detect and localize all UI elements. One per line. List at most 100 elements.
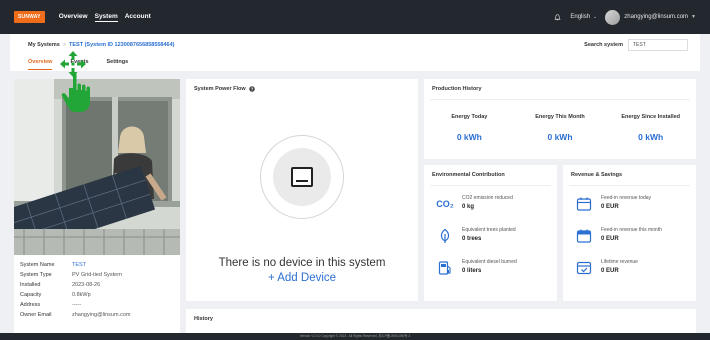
- divider: [430, 185, 551, 186]
- detail-row-capacity: Capacity 0.8kWp: [20, 290, 174, 300]
- detail-value-system-name[interactable]: TEST: [72, 262, 86, 268]
- power-flow-card: System Power Flow ? There is no device i…: [186, 79, 418, 301]
- device-placeholder: [260, 135, 344, 219]
- metric-label: Feed-in revenue today: [601, 195, 652, 201]
- system-search: Search system: [584, 39, 688, 51]
- inverter-icon: [291, 167, 313, 187]
- metric-label: CO2 emission reduced: [462, 195, 513, 201]
- stat-energy-month: Energy This Month 0 kWh: [515, 105, 606, 155]
- search-input[interactable]: [628, 39, 688, 51]
- chevron-down-icon: ⌄: [593, 14, 598, 20]
- detail-row-installed: Installed 2023-08-26: [20, 280, 174, 290]
- fuel-pump-icon: [438, 261, 451, 275]
- revenue-savings-card: Revenue & Savings Feed-in revenue today …: [563, 165, 696, 301]
- detail-row-owner-email: Owner Email zhangying@linsum.com: [20, 310, 174, 320]
- detail-row-system-type: System Type PV Grid-tied System: [20, 270, 174, 280]
- page-footer: Version V1.0.0 Copyright © 2023 . All Ri…: [0, 333, 710, 340]
- metric-value: 0 trees: [462, 235, 482, 242]
- leaf-icon: [440, 228, 450, 243]
- detail-label: System Type: [20, 272, 52, 278]
- card-title: System Power Flow: [194, 86, 246, 92]
- co2-icon: CO₂: [436, 196, 454, 212]
- top-nav-bar: SUNWAY Overview System Account English ⌄…: [0, 0, 710, 34]
- add-device-link[interactable]: + Add Device: [186, 272, 418, 284]
- calendar-icon: [576, 197, 592, 211]
- metric-value: 0 kg: [462, 203, 475, 210]
- card-title: History: [194, 316, 213, 322]
- metric-label: Equivalent trees planted: [462, 227, 516, 233]
- nav-system[interactable]: System: [94, 12, 118, 22]
- calendar-month-icon: [576, 229, 592, 243]
- breadcrumb-separator: >: [62, 42, 67, 48]
- divider: [430, 99, 690, 100]
- stat-label: Energy Today: [451, 114, 488, 120]
- detail-value-installed: 2023-08-26: [72, 282, 101, 288]
- detail-label: Owner Email: [20, 312, 52, 318]
- stat-label: Energy Since Installed: [621, 114, 681, 120]
- environmental-contribution-card: Environmental Contribution CO₂ CO2 emiss…: [424, 165, 557, 301]
- detail-label: System Name: [20, 262, 55, 268]
- nav-account[interactable]: Account: [125, 12, 151, 22]
- stat-value: 0 kWh: [547, 132, 573, 142]
- tab-settings[interactable]: Settings: [107, 59, 129, 70]
- detail-label: Capacity: [20, 292, 42, 298]
- search-label: Search system: [584, 42, 623, 48]
- breadcrumb-current-system: TEST (System ID 1230087656858558464): [69, 42, 175, 48]
- metric-revenue-month: Feed-in revenue this month 0 EUR: [563, 227, 696, 244]
- stat-value: 0 kWh: [638, 132, 664, 142]
- metric-value: 0 EUR: [601, 203, 619, 210]
- stat-energy-today: Energy Today 0 kWh: [424, 105, 515, 155]
- detail-value-address: -----: [72, 302, 82, 308]
- card-title: Production History: [432, 86, 482, 92]
- detail-value-owner-email: zhangying@linsum.com: [72, 312, 131, 318]
- metric-value: 0 EUR: [601, 235, 619, 242]
- nav-overview[interactable]: Overview: [59, 12, 88, 22]
- stat-label: Energy This Month: [535, 114, 585, 120]
- detail-value-system-type: PV Grid-tied System: [72, 272, 122, 278]
- metric-revenue-today: Feed-in revenue today 0 EUR: [563, 195, 696, 212]
- production-stats: Energy Today 0 kWh Energy This Month 0 k…: [424, 105, 696, 155]
- user-email[interactable]: zhangying@linsum.com: [624, 14, 688, 20]
- metric-label: Lifetime revenue: [601, 259, 638, 265]
- page-header: My Systems > TEST (System ID 12300876568…: [10, 34, 700, 71]
- detail-value-capacity: 0.8kWp: [72, 292, 91, 298]
- avatar[interactable]: [605, 9, 621, 25]
- co2-symbol: CO₂: [436, 199, 454, 209]
- metric-diesel: Equivalent diesel burned 0 liters: [424, 259, 557, 276]
- brand-logo[interactable]: SUNWAY: [14, 11, 45, 23]
- chevron-down-icon[interactable]: ▼: [691, 14, 696, 20]
- card-title: Revenue & Savings: [571, 172, 623, 178]
- svg-text:?: ?: [250, 86, 253, 91]
- language-selector[interactable]: English ⌄: [570, 14, 597, 20]
- detail-label: Address: [20, 302, 41, 308]
- stat-value: 0 kWh: [456, 132, 482, 142]
- main-nav: Overview System Account: [59, 12, 158, 22]
- metric-co2: CO₂ CO2 emission reduced 0 kg: [424, 195, 557, 212]
- system-info-card: System Name TEST System Type PV Grid-tie…: [14, 79, 180, 340]
- top-right-controls: English ⌄ zhangying@linsum.com ▼: [554, 9, 696, 25]
- system-details: System Name TEST System Type PV Grid-tie…: [14, 255, 180, 325]
- metric-value: 0 EUR: [601, 267, 619, 274]
- hand-pointer-cursor-icon: [60, 51, 90, 112]
- language-label: English: [570, 14, 591, 20]
- empty-state-message: There is no device in this system: [218, 257, 386, 269]
- detail-row-system-name: System Name TEST: [20, 260, 174, 270]
- metric-trees: Equivalent trees planted 0 trees: [424, 227, 557, 244]
- metric-label: Equivalent diesel burned: [462, 259, 517, 265]
- metric-label: Feed-in revenue this month: [601, 227, 662, 233]
- detail-row-address: Address -----: [20, 300, 174, 310]
- breadcrumb: My Systems > TEST (System ID 12300876568…: [28, 42, 175, 48]
- metric-revenue-lifetime: Lifetime revenue 0 EUR: [563, 259, 696, 276]
- stat-energy-total: Energy Since Installed 0 kWh: [605, 105, 696, 155]
- breadcrumb-my-systems[interactable]: My Systems: [28, 42, 60, 48]
- power-flow-title-row: System Power Flow ?: [186, 79, 418, 99]
- tab-overview[interactable]: Overview: [28, 59, 53, 70]
- metric-value: 0 liters: [462, 267, 482, 274]
- help-icon[interactable]: ?: [248, 86, 255, 92]
- bell-icon[interactable]: [554, 13, 562, 21]
- detail-label: Installed: [20, 282, 41, 288]
- checklist-icon: [576, 261, 592, 275]
- production-history-card: Production History Energy Today 0 kWh En…: [424, 79, 696, 159]
- divider: [569, 185, 690, 186]
- card-title: Environmental Contribution: [432, 172, 505, 178]
